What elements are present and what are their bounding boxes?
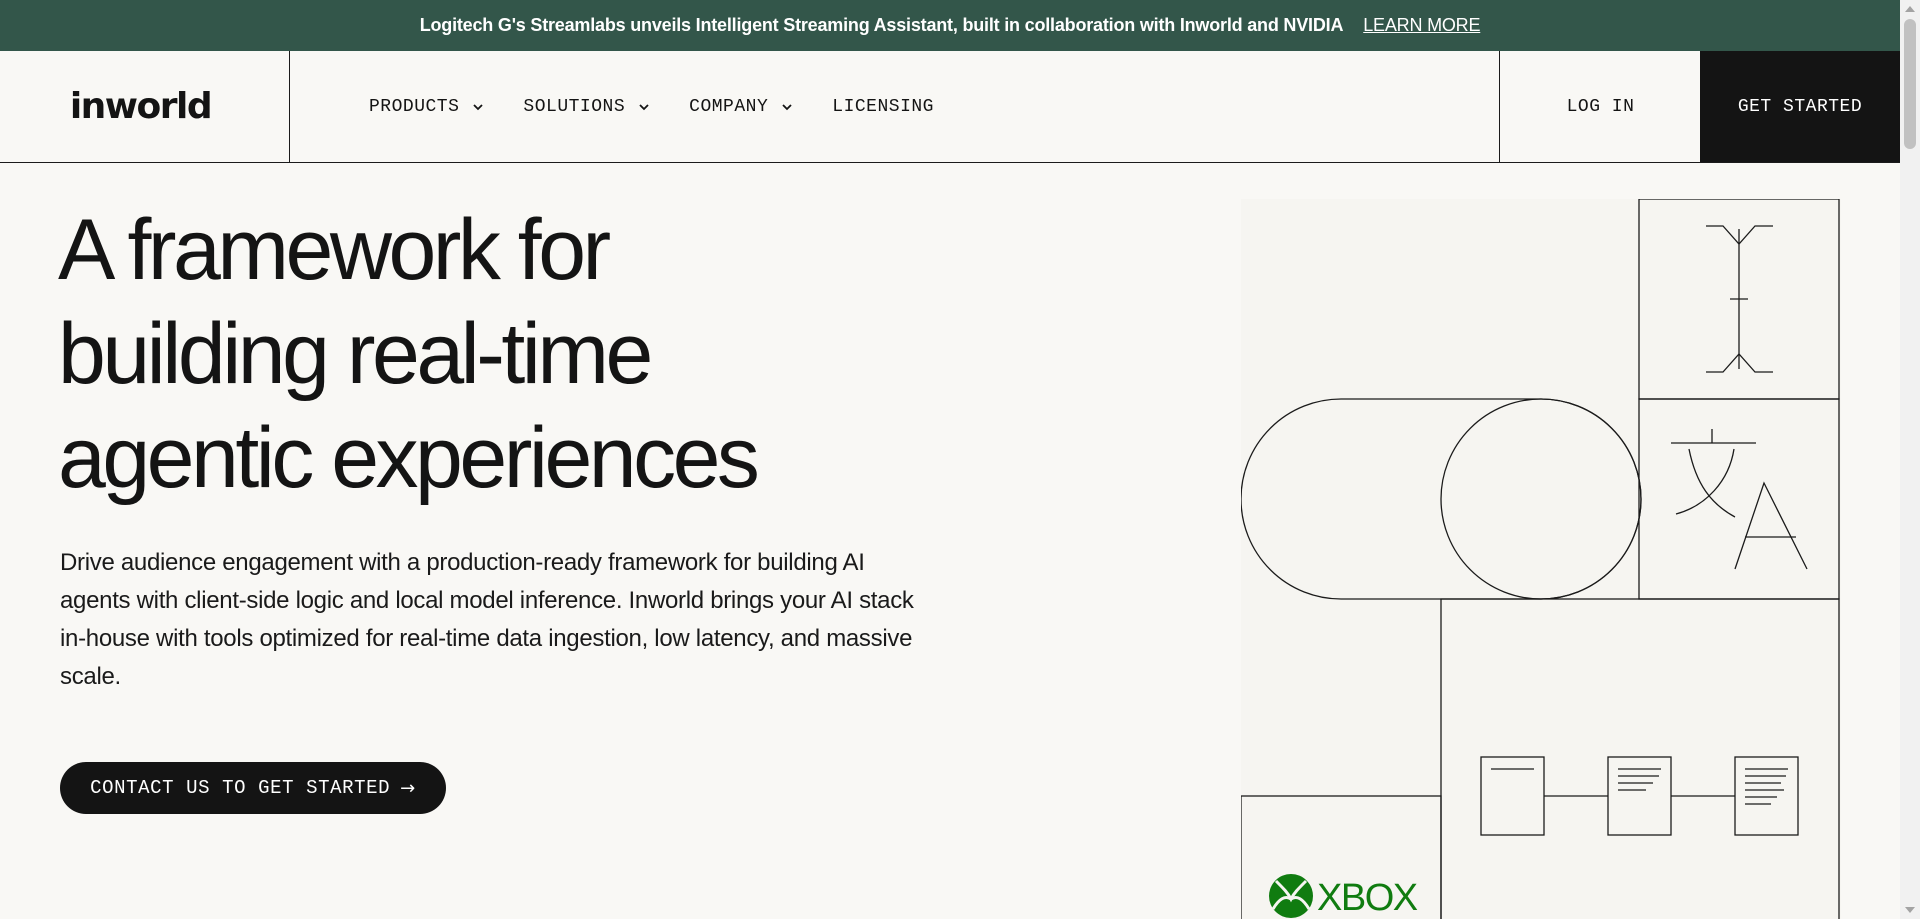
hero-title: A framework for building real-time agentic… <box>58 198 878 510</box>
chevron-down-icon <box>639 103 649 110</box>
page-scrollbar[interactable] <box>1900 0 1920 919</box>
hero-title-line: agentic experiences <box>58 410 760 506</box>
contact-us-button[interactable]: CONTACT US TO GET STARTED → <box>60 762 446 814</box>
illustration-background <box>1241 199 1841 919</box>
nav-item-solutions[interactable]: SOLUTIONS <box>523 97 651 117</box>
hero-description: Drive audience engagement with a product… <box>60 549 914 690</box>
hero-illustration: XBOX <box>1241 199 1841 919</box>
scroll-down-arrow-icon[interactable] <box>1905 907 1915 913</box>
get-started-label: GET STARTED <box>1737 96 1863 117</box>
announcement-banner: Logitech G's Streamlabs unveils Intellig… <box>0 0 1900 51</box>
top-navigation: inworld PRODUCTS SOLUTIONS COMPANY LICEN… <box>0 51 1900 163</box>
nav-item-label: COMPANY <box>689 96 769 117</box>
xbox-sphere-icon <box>1269 874 1313 918</box>
login-button[interactable]: LOG IN <box>1499 51 1701 162</box>
banner-text: Logitech G's Streamlabs unveils Intellig… <box>419 15 1344 35</box>
logo-cell: inworld <box>0 51 290 162</box>
hero-title-line: building real-time <box>58 306 653 402</box>
cta-label: CONTACT US TO GET STARTED <box>90 777 391 799</box>
nav-item-licensing[interactable]: LICENSING <box>832 97 934 117</box>
learn-more-link[interactable]: LEARN MORE <box>1363 15 1480 36</box>
nav-item-company[interactable]: COMPANY <box>689 97 794 117</box>
nav-item-products[interactable]: PRODUCTS <box>369 97 485 117</box>
chevron-down-icon <box>782 103 792 110</box>
scrollbar-thumb[interactable] <box>1904 19 1916 149</box>
nav-links: PRODUCTS SOLUTIONS COMPANY LICENSING <box>369 51 972 162</box>
inworld-logo[interactable]: inworld <box>70 86 213 127</box>
nav-item-label: PRODUCTS <box>369 96 460 117</box>
get-started-button[interactable]: GET STARTED <box>1700 51 1900 162</box>
login-label: LOG IN <box>1566 96 1635 117</box>
xbox-logo-text: XBOX <box>1317 877 1418 919</box>
nav-item-label: SOLUTIONS <box>523 96 626 117</box>
hero-title-line: A framework for <box>58 202 611 298</box>
arrow-right-icon: → <box>400 777 416 799</box>
scroll-up-arrow-icon[interactable] <box>1905 6 1915 12</box>
nav-item-label: LICENSING <box>832 96 934 117</box>
chevron-down-icon <box>473 103 484 110</box>
